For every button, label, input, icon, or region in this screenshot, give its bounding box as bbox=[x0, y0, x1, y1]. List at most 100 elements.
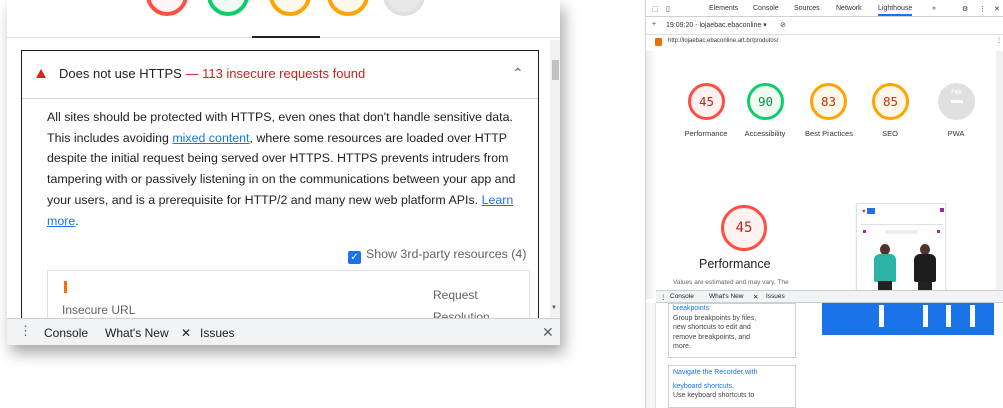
warning-bar-icon bbox=[64, 281, 67, 293]
add-report-icon[interactable]: + bbox=[652, 21, 656, 28]
close-tab-icon[interactable]: ✕ bbox=[181, 326, 191, 340]
scrollbar[interactable] bbox=[996, 51, 1003, 299]
scrollbar[interactable] bbox=[550, 40, 560, 318]
tab-console[interactable]: Console bbox=[44, 326, 88, 340]
tab-lighthouse[interactable]: Lighthouse bbox=[878, 5, 913, 16]
model-body bbox=[874, 254, 896, 282]
checkbox-checked-icon[interactable]: ✓ bbox=[348, 251, 361, 264]
tab-network[interactable]: Network bbox=[836, 5, 862, 12]
close-icon[interactable]: ✕ bbox=[994, 5, 1000, 13]
best-practices-gauge[interactable] bbox=[269, 0, 311, 16]
accessibility-gauge[interactable] bbox=[207, 0, 249, 16]
tab-console[interactable]: Console bbox=[670, 293, 694, 300]
audit-description: All sites should be protected with HTTPS… bbox=[47, 107, 523, 231]
card-title[interactable]: breakpoints bbox=[673, 304, 791, 314]
whats-new-card[interactable]: breakpoints Group breakpoints by files, … bbox=[668, 303, 796, 358]
scrollbar-thumb[interactable] bbox=[552, 60, 559, 80]
more-tabs-icon[interactable]: » bbox=[932, 5, 936, 12]
seo-score-gauge[interactable]: 85 bbox=[872, 83, 909, 120]
page-url[interactable]: http://lojaebac.ebaconline.art.br/produt… bbox=[668, 38, 778, 44]
more-options-icon[interactable]: ⋮ bbox=[660, 293, 667, 301]
best-practices-label: Best Practices bbox=[805, 129, 853, 138]
show-3rd-party-toggle[interactable]: ✓ Show 3rd-party resources (4) bbox=[348, 247, 526, 264]
device-toolbar-icon[interactable]: ▯ bbox=[666, 5, 670, 13]
checkbox-label: Show 3rd-party resources (4) bbox=[366, 247, 527, 261]
report-selector[interactable]: 19:09:20 - lojaebac.ebaconline ▾ bbox=[666, 21, 767, 29]
preview-filter-bar bbox=[885, 230, 917, 234]
audit-header[interactable]: Does not use HTTPS — 113 insecure reques… bbox=[22, 51, 538, 99]
tab-console[interactable]: Console bbox=[753, 5, 779, 12]
audit-subtitle: 113 insecure requests found bbox=[202, 66, 366, 81]
preview-dot-icon bbox=[937, 230, 940, 233]
seo-gauge[interactable] bbox=[327, 0, 369, 16]
tab-issues[interactable]: Issues bbox=[766, 293, 785, 300]
card-title[interactable]: keyboard shortcuts. bbox=[673, 382, 791, 392]
banner-bar bbox=[923, 305, 928, 327]
card-text: more. bbox=[673, 343, 691, 350]
audit-separator: — bbox=[185, 66, 199, 81]
scroll-down-arrow-icon[interactable]: ▼ bbox=[551, 305, 557, 311]
whats-new-banner-image bbox=[822, 303, 994, 335]
performance-big-gauge: 45 bbox=[721, 205, 767, 251]
preview-dot-icon bbox=[863, 230, 866, 233]
devtools-window: ⬚ ▯ Elements Console Sources Network Lig… bbox=[645, 0, 1003, 408]
card-text: Use keyboard shortcuts to bbox=[673, 392, 755, 399]
performance-label: Performance bbox=[684, 129, 728, 138]
tab-sources[interactable]: Sources bbox=[794, 5, 820, 12]
close-tab-icon[interactable]: ✕ bbox=[753, 293, 758, 301]
cart-icon bbox=[940, 208, 944, 212]
more-options-icon[interactable]: ⋮ bbox=[979, 5, 986, 13]
performance-title: Performance bbox=[699, 257, 771, 271]
chevron-up-icon[interactable]: ⌃ bbox=[512, 65, 524, 82]
col-req-line1: Request bbox=[433, 288, 478, 302]
audit-https: Does not use HTTPS — 113 insecure reques… bbox=[21, 50, 539, 330]
devtools-drawer-tabs: ⋮ Console What's New ✕ Issues ✕ bbox=[7, 318, 560, 345]
preview-divider bbox=[861, 224, 943, 225]
banner-bar bbox=[946, 305, 951, 327]
inspect-element-icon[interactable]: ⬚ bbox=[652, 5, 659, 13]
whats-new-card[interactable]: Navigate the Recorder with keyboard shor… bbox=[668, 365, 796, 408]
insecure-lock-icon bbox=[655, 38, 662, 46]
more-options-icon[interactable]: ⋮ bbox=[19, 323, 32, 339]
product-model-image bbox=[872, 244, 898, 292]
audit-title: Does not use HTTPS bbox=[59, 66, 182, 81]
score-gauges-strip bbox=[7, 0, 560, 38]
accessibility-label: Accessibility bbox=[744, 129, 786, 138]
banner-bar bbox=[879, 305, 884, 327]
close-drawer-icon[interactable]: ✕ bbox=[542, 324, 554, 341]
page-screenshot-preview: ♥ bbox=[856, 203, 946, 292]
desc-text-end: . bbox=[75, 213, 79, 228]
lighthouse-audit-panel: ▼ Does not use HTTPS — 113 insecure requ… bbox=[7, 0, 560, 345]
url-more-icon[interactable]: ⋮ bbox=[996, 37, 1002, 44]
pwa-score-gauge[interactable]: PWA bbox=[938, 83, 975, 120]
mixed-content-link[interactable]: mixed content bbox=[172, 131, 249, 145]
banner-bar bbox=[970, 305, 975, 327]
active-gauge-indicator bbox=[252, 36, 320, 38]
performance-gauge[interactable] bbox=[146, 0, 188, 16]
pwa-gauge[interactable] bbox=[383, 0, 425, 16]
tab-issues[interactable]: Issues bbox=[200, 326, 235, 340]
tab-elements[interactable]: Elements bbox=[709, 5, 738, 12]
column-header-url: Insecure URL bbox=[62, 303, 136, 317]
performance-note: Values are estimated and may vary. The bbox=[673, 279, 789, 286]
heart-icon: ♥ bbox=[862, 209, 866, 215]
pwa-gauge-text: PWA bbox=[951, 89, 962, 96]
accessibility-score-gauge[interactable]: 90 bbox=[747, 83, 784, 120]
drawer-sidebar bbox=[646, 303, 656, 408]
card-text: Group breakpoints by files, bbox=[673, 314, 757, 322]
clear-report-icon[interactable]: ⊘ bbox=[780, 21, 786, 29]
best-practices-score-gauge[interactable]: 83 bbox=[810, 83, 847, 120]
performance-score-gauge[interactable]: 45 bbox=[688, 83, 725, 120]
pwa-label: PWA bbox=[947, 129, 965, 138]
tab-whats-new[interactable]: What's New bbox=[709, 293, 743, 300]
devtools-toolbar: ⬚ ▯ Elements Console Sources Network Lig… bbox=[646, 0, 1003, 17]
gear-icon[interactable]: ⚙ bbox=[962, 5, 968, 13]
card-text: new shortcuts to edit and bbox=[673, 324, 751, 331]
card-text: remove breakpoints, and bbox=[673, 333, 751, 341]
pwa-dash-icon bbox=[950, 100, 963, 103]
report-bar: + 19:09:20 - lojaebac.ebaconline ▾ ⊘ bbox=[646, 17, 1003, 35]
warning-triangle-icon bbox=[36, 69, 46, 78]
product-model-image bbox=[912, 244, 938, 292]
card-title[interactable]: Navigate the Recorder with bbox=[673, 368, 791, 378]
tab-whats-new[interactable]: What's New bbox=[105, 326, 169, 340]
